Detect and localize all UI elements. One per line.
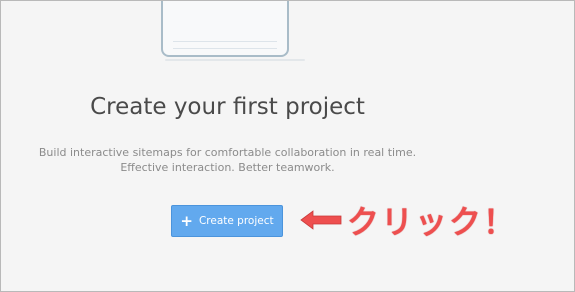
page-frame: Create your first project Build interact… [0, 0, 575, 292]
annotation-text: クリック！ [347, 203, 518, 241]
empty-state-illustration [161, 1, 305, 61]
empty-state-title: Create your first project [90, 94, 365, 120]
subtitle-line-1: Build interactive sitemaps for comfortab… [38, 146, 417, 159]
left-arrow-icon [300, 210, 342, 230]
plus-icon: + [180, 211, 193, 230]
create-project-button[interactable]: + Create project [171, 205, 283, 237]
click-annotation: クリック！ [299, 197, 517, 243]
create-project-label: Create project [198, 215, 274, 227]
illustration-lines [173, 41, 277, 49]
subtitle-line-2: Effective interaction. Better teamwork. [120, 161, 335, 174]
empty-state-subtitle: Build interactive sitemaps for comfortab… [1, 145, 454, 175]
illustration-shadow [165, 59, 305, 61]
